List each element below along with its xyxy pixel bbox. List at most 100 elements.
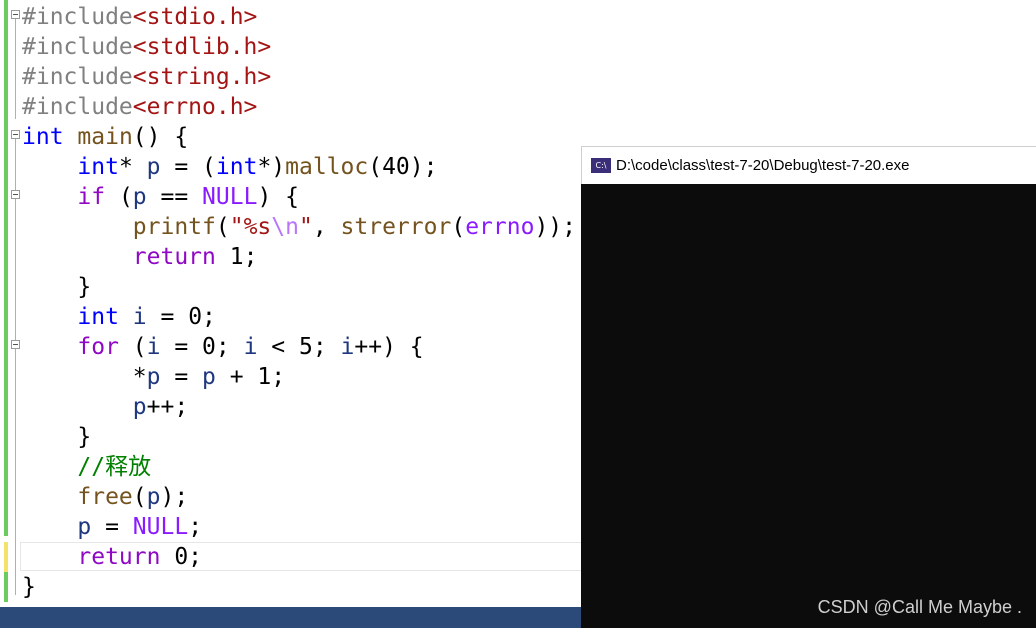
- code-token: (: [105, 184, 133, 210]
- code-token: ++;: [146, 394, 189, 420]
- code-line[interactable]: #include<string.h>: [22, 62, 271, 92]
- code-token: strerror: [340, 214, 452, 240]
- code-token: p: [132, 394, 147, 420]
- code-line[interactable]: int* p = (int*)malloc(40);: [22, 152, 437, 182]
- code-token: );: [160, 484, 189, 510]
- code-token: =: [160, 364, 203, 390]
- code-token: p: [146, 364, 161, 390]
- code-token: NULL: [202, 184, 258, 210]
- code-line[interactable]: #include<stdlib.h>: [22, 32, 271, 62]
- code-token: main: [77, 124, 133, 150]
- code-token: =: [91, 514, 133, 540]
- code-token: #include: [22, 4, 133, 30]
- code-token: 0;: [160, 544, 203, 570]
- code-token: p: [146, 154, 161, 180]
- code-token: }: [22, 574, 36, 600]
- code-token: if: [77, 184, 106, 210]
- code-line[interactable]: p++;: [22, 392, 188, 422]
- code-token: errno: [465, 214, 535, 240]
- code-line[interactable]: #include<stdio.h>: [22, 2, 257, 32]
- code-token: i: [132, 304, 147, 330]
- change-marker-saved: [4, 0, 8, 536]
- code-line[interactable]: int i = 0;: [22, 302, 216, 332]
- code-token: #include: [22, 94, 133, 120]
- code-token: <string.h>: [132, 64, 272, 90]
- code-line[interactable]: }: [22, 422, 91, 452]
- code-token: free: [77, 484, 133, 510]
- console-titlebar[interactable]: C:\ D:\code\class\test-7-20\Debug\test-7…: [581, 146, 1036, 184]
- code-line[interactable]: return 1;: [22, 242, 258, 272]
- code-token: int: [215, 154, 258, 180]
- code-token: ,: [312, 214, 341, 240]
- code-line[interactable]: #include<errno.h>: [22, 92, 257, 122]
- code-token: ));: [534, 214, 576, 240]
- console-app-icon: C:\: [591, 158, 611, 173]
- change-marker-saved-end: [4, 572, 8, 602]
- code-token: ) {: [257, 184, 299, 210]
- fold-guide: [15, 19, 16, 119]
- code-token: return: [132, 244, 216, 270]
- code-token: ==: [146, 184, 203, 210]
- code-line[interactable]: if (p == NULL) {: [22, 182, 299, 212]
- code-line[interactable]: for (i = 0; i < 5; i++) {: [22, 332, 424, 362]
- code-line[interactable]: printf("%s\n", strerror(errno));: [22, 212, 576, 242]
- code-token: + 1;: [215, 364, 286, 390]
- code-token: (: [132, 484, 147, 510]
- code-token: p: [132, 184, 147, 210]
- code-token: *: [22, 364, 147, 390]
- code-token: for: [77, 334, 119, 360]
- code-token: *: [118, 154, 147, 180]
- code-token: printf: [132, 214, 216, 240]
- code-token: "%s: [229, 214, 272, 240]
- code-token: i: [243, 334, 258, 360]
- code-token: <errno.h>: [132, 94, 258, 120]
- code-token: #include: [22, 34, 133, 60]
- fold-toggle-icon[interactable]: [11, 130, 20, 139]
- fold-toggle-icon[interactable]: [11, 190, 20, 199]
- code-token: int: [77, 154, 119, 180]
- fold-guide: [15, 139, 16, 595]
- code-token: (40);: [368, 154, 438, 180]
- code-token: <stdio.h>: [132, 4, 258, 30]
- watermark: CSDN @Call Me Maybe .: [817, 597, 1022, 617]
- code-token: i: [146, 334, 161, 360]
- code-token: = 0;: [146, 304, 216, 330]
- code-token: int: [22, 124, 64, 150]
- code-line[interactable]: p = NULL;: [22, 512, 202, 542]
- code-token: ": [298, 214, 313, 240]
- code-line[interactable]: return 0;: [22, 542, 202, 572]
- code-line[interactable]: free(p);: [22, 482, 188, 512]
- code-line[interactable]: int main() {: [22, 122, 188, 152]
- fold-toggle-icon[interactable]: [11, 340, 20, 349]
- code-token: (: [451, 214, 466, 240]
- code-line[interactable]: }: [22, 272, 91, 302]
- code-token: (: [215, 214, 230, 240]
- console-window[interactable]: C:\ D:\code\class\test-7-20\Debug\test-7…: [581, 146, 1036, 628]
- code-token: malloc: [285, 154, 369, 180]
- code-token: ;: [188, 514, 203, 540]
- code-line[interactable]: //释放: [22, 452, 151, 482]
- code-token: \n: [271, 214, 299, 240]
- code-token: p: [202, 364, 216, 390]
- code-line[interactable]: }: [22, 572, 36, 602]
- code-token: (: [118, 334, 147, 360]
- code-token: i: [340, 334, 355, 360]
- fold-toggle-icon[interactable]: [11, 10, 20, 19]
- code-token: = (: [160, 154, 216, 180]
- code-token: < 5;: [257, 334, 341, 360]
- code-token: return: [77, 544, 161, 570]
- code-line[interactable]: *p = p + 1;: [22, 362, 285, 392]
- code-token: 1;: [215, 244, 258, 270]
- code-token: ++) {: [354, 334, 424, 360]
